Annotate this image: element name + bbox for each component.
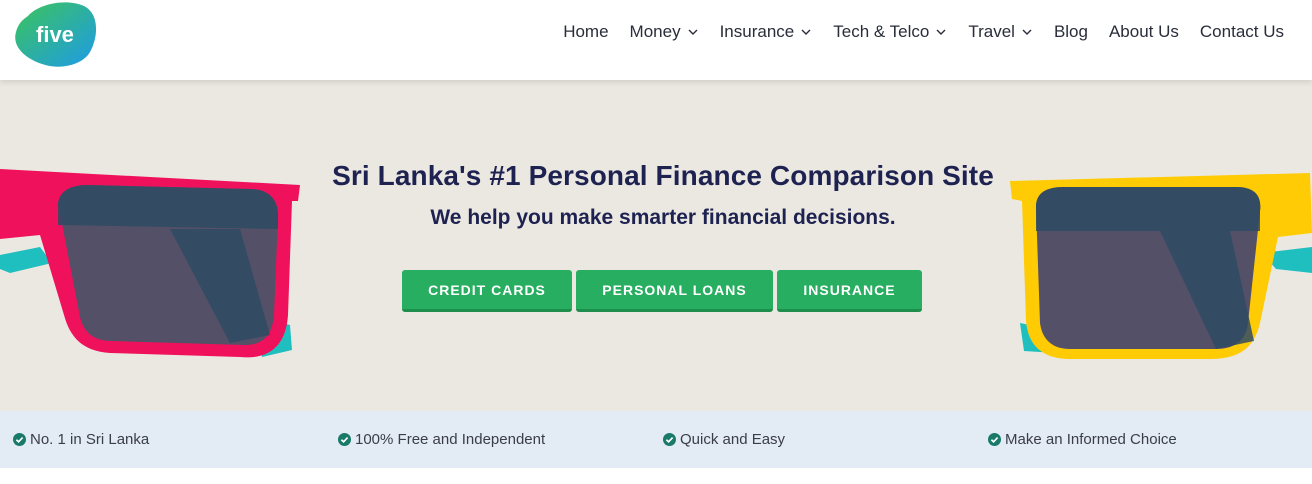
nav-tech-telco[interactable]: Tech & Telco — [833, 22, 947, 42]
nav-about-us[interactable]: About Us — [1109, 22, 1179, 42]
hero-subtitle: We help you make smarter financial decis… — [430, 206, 896, 229]
site-header: five Home Money Insurance Tech & Telco T… — [0, 0, 1312, 80]
hero-title: Sri Lanka's #1 Personal Finance Comparis… — [332, 160, 994, 191]
features-bar: No. 1 in Sri Lanka 100% Free and Indepen… — [0, 411, 1312, 468]
chevron-down-icon — [1021, 26, 1033, 38]
nav-contact-us[interactable]: Contact Us — [1200, 22, 1284, 42]
nav-label: Home — [563, 22, 609, 41]
chevron-down-icon — [687, 26, 699, 38]
check-circle-icon — [988, 433, 1001, 446]
credit-cards-button[interactable]: CREDIT CARDS — [402, 270, 572, 312]
logo-blob-icon: five — [15, 2, 97, 67]
nav-insurance[interactable]: Insurance — [720, 22, 813, 42]
feature-item: 100% Free and Independent — [338, 411, 545, 468]
nav-blog[interactable]: Blog — [1054, 22, 1088, 42]
nav-travel[interactable]: Travel — [968, 22, 1033, 42]
nav-label: Money — [629, 22, 681, 41]
five-logo[interactable]: five — [14, 2, 98, 68]
nav-label: Insurance — [719, 22, 795, 41]
feature-label: 100% Free and Independent — [355, 431, 546, 448]
pink-sunglasses-illustration — [0, 169, 300, 358]
nav-label: Travel — [968, 22, 1015, 41]
feature-item: No. 1 in Sri Lanka — [13, 411, 149, 468]
check-circle-icon — [663, 433, 676, 446]
nav-label: Blog — [1053, 22, 1088, 41]
insurance-button[interactable]: INSURANCE — [777, 270, 922, 312]
logo-text: five — [36, 22, 74, 47]
personal-loans-button[interactable]: PERSONAL LOANS — [576, 270, 773, 312]
nav-label: Contact Us — [1199, 22, 1284, 41]
check-circle-icon — [338, 433, 351, 446]
feature-label: Quick and Easy — [680, 431, 786, 448]
yellow-sunglasses-illustration — [1010, 173, 1312, 359]
feature-item: Make an Informed Choice — [988, 411, 1177, 468]
nav-home[interactable]: Home — [563, 22, 608, 42]
nav-label: About Us — [1108, 22, 1179, 41]
hero-banner: Sri Lanka's #1 Personal Finance Comparis… — [0, 80, 1312, 411]
nav-label: Tech & Telco — [833, 22, 930, 41]
chevron-down-icon — [935, 26, 947, 38]
chevron-down-icon — [800, 26, 812, 38]
check-circle-icon — [13, 433, 26, 446]
feature-label: No. 1 in Sri Lanka — [30, 431, 150, 448]
cta-button-group: CREDIT CARDS PERSONAL LOANS INSURANCE — [402, 270, 926, 312]
main-nav: Home Money Insurance Tech & Telco Travel… — [542, 18, 1284, 46]
feature-item: Quick and Easy — [663, 411, 785, 468]
nav-money[interactable]: Money — [630, 22, 699, 42]
feature-label: Make an Informed Choice — [1005, 431, 1177, 448]
